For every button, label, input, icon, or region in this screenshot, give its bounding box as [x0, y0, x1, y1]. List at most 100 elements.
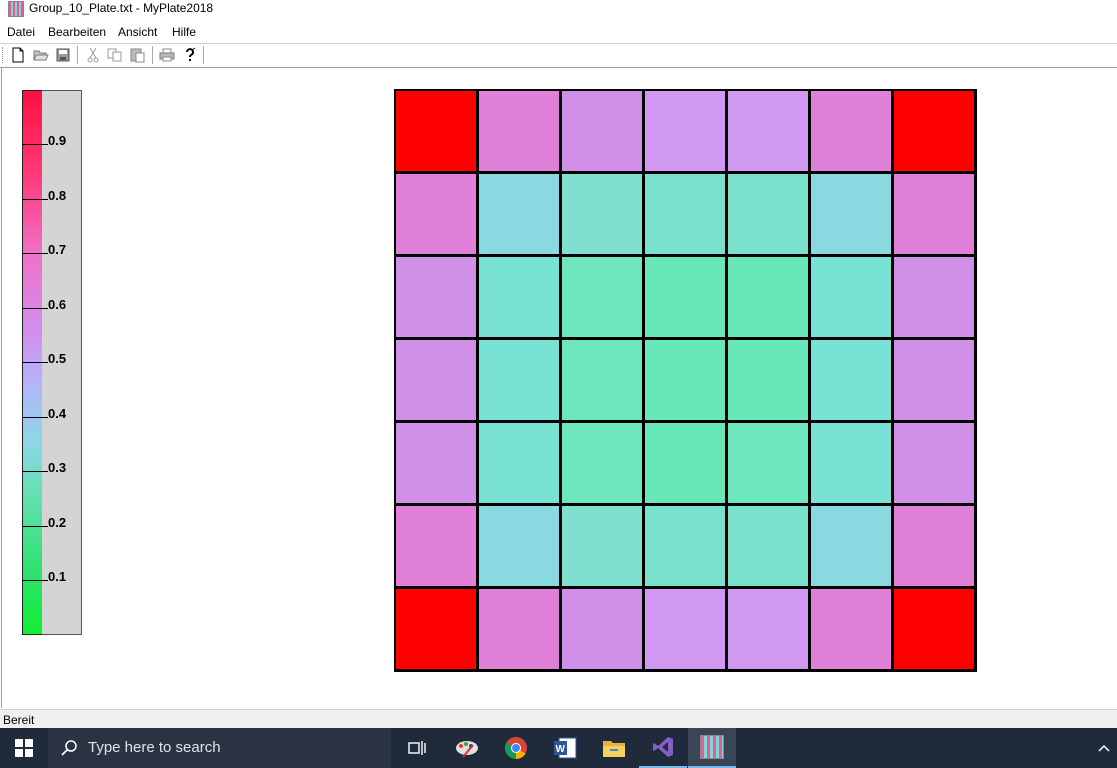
plate-well[interactable]	[562, 506, 642, 586]
plate-well[interactable]	[811, 423, 891, 503]
plate-well[interactable]	[396, 174, 476, 254]
plate-well[interactable]	[894, 340, 974, 420]
chevron-up-icon[interactable]	[1098, 741, 1110, 759]
plate-well[interactable]	[894, 91, 974, 171]
plate-well[interactable]	[562, 423, 642, 503]
plate-well[interactable]	[645, 589, 725, 669]
legend-label: 0.7	[48, 242, 67, 257]
copy-icon[interactable]	[105, 46, 125, 64]
task-view-icon[interactable]	[393, 728, 441, 768]
legend-label: 0.4	[48, 406, 67, 421]
legend-label: 0.8	[48, 188, 67, 203]
print-icon[interactable]	[157, 46, 177, 64]
toolbar-separator	[77, 46, 78, 64]
legend-tick	[22, 199, 48, 200]
plate-well[interactable]	[894, 589, 974, 669]
search-placeholder: Type here to search	[88, 739, 221, 756]
plate-well[interactable]	[894, 174, 974, 254]
save-icon[interactable]	[53, 46, 73, 64]
plate-well[interactable]	[479, 506, 559, 586]
plate-well[interactable]	[479, 589, 559, 669]
plate-well[interactable]	[562, 340, 642, 420]
menu-bar: Datei Bearbeiten Ansicht Hilfe	[0, 22, 1117, 42]
visual-studio-icon[interactable]	[639, 728, 687, 768]
legend-tick	[22, 526, 48, 527]
plate-well[interactable]	[479, 423, 559, 503]
status-text: Bereit	[3, 713, 35, 727]
title-bar: Group_10_Plate.txt - MyPlate2018	[0, 0, 1117, 20]
toolbar-grip	[2, 47, 5, 63]
plate-well[interactable]	[811, 174, 891, 254]
windows-taskbar: Type here to search W	[0, 728, 1117, 768]
plate-well[interactable]	[728, 423, 808, 503]
search-icon	[61, 740, 77, 756]
word-icon[interactable]: W	[541, 728, 589, 768]
taskbar-search-box[interactable]: Type here to search	[48, 728, 391, 768]
file-explorer-icon[interactable]	[590, 728, 638, 768]
plate-well[interactable]	[645, 340, 725, 420]
open-icon[interactable]	[31, 46, 51, 64]
paint-icon[interactable]	[443, 728, 491, 768]
plate-well[interactable]	[645, 506, 725, 586]
menu-bearbeiten[interactable]: Bearbeiten	[48, 24, 106, 40]
plate-well[interactable]	[894, 423, 974, 503]
paste-icon[interactable]	[128, 46, 148, 64]
plate-well[interactable]	[811, 340, 891, 420]
color-scale-legend: 0.9 0.8 0.7 0.6 0.5 0.4 0.3 0.2 0.1	[22, 90, 82, 635]
toolbar	[0, 44, 1117, 66]
plate-well[interactable]	[728, 506, 808, 586]
legend-tick	[22, 417, 48, 418]
toolbar-separator	[152, 46, 153, 64]
cut-icon[interactable]	[83, 46, 103, 64]
menu-hilfe[interactable]: Hilfe	[172, 24, 196, 40]
status-bar: Bereit	[0, 709, 1117, 730]
plate-well[interactable]	[728, 340, 808, 420]
plate-well[interactable]	[396, 589, 476, 669]
legend-tick	[22, 471, 48, 472]
plate-well[interactable]	[645, 174, 725, 254]
plate-well[interactable]	[479, 340, 559, 420]
windows-start-button[interactable]	[0, 728, 48, 768]
plate-well[interactable]	[562, 589, 642, 669]
help-icon[interactable]	[180, 46, 200, 64]
legend-label: 0.9	[48, 133, 67, 148]
plate-well[interactable]	[479, 91, 559, 171]
legend-tick	[22, 308, 48, 309]
plate-well[interactable]	[479, 174, 559, 254]
legend-label: 0.2	[48, 515, 67, 530]
toolbar-separator	[203, 46, 204, 64]
plate-well[interactable]	[811, 257, 891, 337]
legend-label: 0.5	[48, 351, 67, 366]
plate-well[interactable]	[894, 257, 974, 337]
plate-well[interactable]	[811, 589, 891, 669]
plate-well[interactable]	[562, 174, 642, 254]
plate-well[interactable]	[396, 91, 476, 171]
legend-tick	[22, 253, 48, 254]
plate-well[interactable]	[562, 91, 642, 171]
plate-well[interactable]	[396, 506, 476, 586]
plate-well[interactable]	[894, 506, 974, 586]
plate-well[interactable]	[728, 257, 808, 337]
legend-tick	[22, 580, 48, 581]
plate-well[interactable]	[811, 506, 891, 586]
plate-well[interactable]	[562, 257, 642, 337]
plate-well[interactable]	[396, 340, 476, 420]
plate-well[interactable]	[728, 589, 808, 669]
plate-well[interactable]	[645, 257, 725, 337]
plate-well[interactable]	[396, 423, 476, 503]
legend-label: 0.6	[48, 297, 67, 312]
plate-well[interactable]	[479, 257, 559, 337]
new-icon[interactable]	[8, 46, 28, 64]
plate-well[interactable]	[645, 91, 725, 171]
plate-well[interactable]	[811, 91, 891, 171]
plate-well[interactable]	[396, 257, 476, 337]
menu-ansicht[interactable]: Ansicht	[118, 24, 157, 40]
plate-well[interactable]	[728, 174, 808, 254]
legend-tick	[22, 144, 48, 145]
menu-datei[interactable]: Datei	[7, 24, 35, 40]
legend-tick	[22, 362, 48, 363]
plate-well[interactable]	[728, 91, 808, 171]
chrome-icon[interactable]	[492, 728, 540, 768]
plate-well[interactable]	[645, 423, 725, 503]
myplate-icon[interactable]	[688, 728, 736, 768]
